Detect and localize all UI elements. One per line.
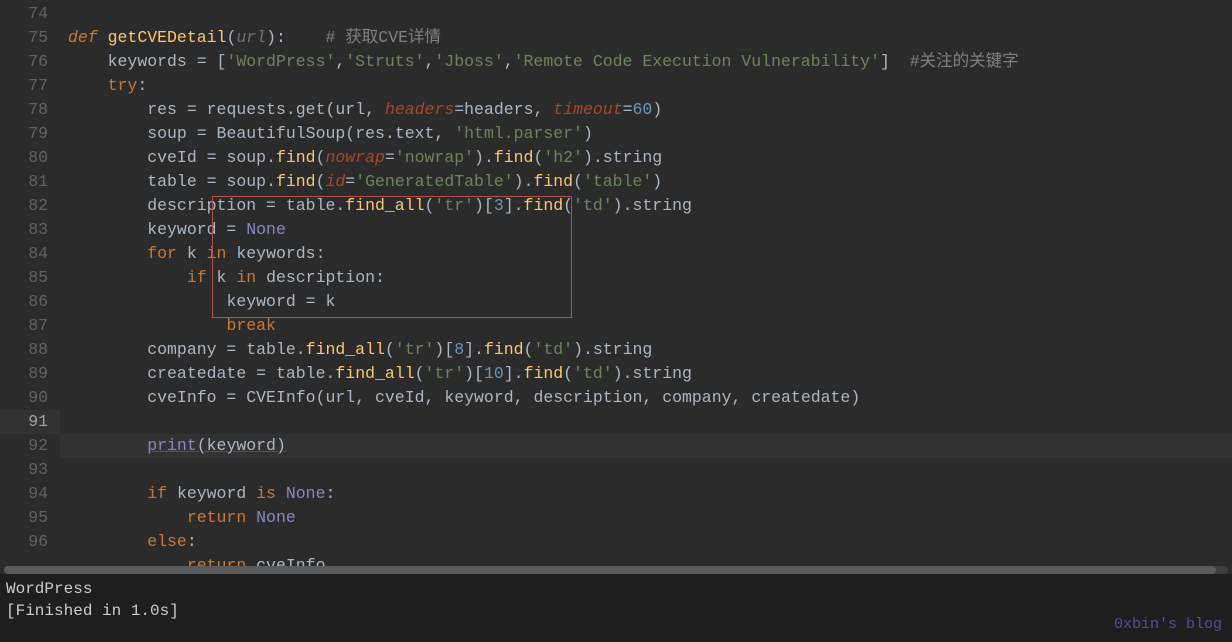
code-editor[interactable]: 74 75 76 77 78 79 80 81 82 83 84 85 86 8… xyxy=(0,0,1232,570)
line-number: 96 xyxy=(28,532,48,551)
line-number: 76 xyxy=(28,52,48,71)
scrollbar-thumb[interactable] xyxy=(4,566,1216,574)
watermark-text: 0xbin's blog xyxy=(1114,614,1222,636)
code-line[interactable]: break xyxy=(68,316,276,335)
line-number: 88 xyxy=(28,340,48,359)
line-number: 89 xyxy=(28,364,48,383)
line-number: 79 xyxy=(28,124,48,143)
code-line[interactable]: try: xyxy=(68,76,147,95)
console-status-line: [Finished in 1.0s] xyxy=(6,600,1226,622)
code-line[interactable]: description = table.find_all('tr')[3].fi… xyxy=(68,196,692,215)
code-line[interactable]: keyword = k xyxy=(68,292,335,311)
code-line[interactable]: keyword = None xyxy=(68,220,286,239)
code-line[interactable]: soup = BeautifulSoup(res.text, 'html.par… xyxy=(68,124,593,143)
line-number: 75 xyxy=(28,28,48,47)
line-number: 85 xyxy=(28,268,48,287)
output-console[interactable]: WordPress [Finished in 1.0s] 0xbin's blo… xyxy=(0,574,1232,642)
code-line[interactable]: createdate = table.find_all('tr')[10].fi… xyxy=(68,364,692,383)
line-number: 93 xyxy=(28,460,48,479)
code-line-current[interactable]: print(keyword) xyxy=(60,434,1232,458)
line-number-current: 91 xyxy=(0,410,60,434)
code-line[interactable]: if k in description: xyxy=(68,268,385,287)
code-area[interactable]: def getCVEDetail(url): # 获取CVE详情 keyword… xyxy=(60,0,1232,570)
line-number: 87 xyxy=(28,316,48,335)
horizontal-scrollbar[interactable] xyxy=(4,566,1228,574)
code-line[interactable]: for k in keywords: xyxy=(68,244,326,263)
line-number: 86 xyxy=(28,292,48,311)
code-line[interactable]: res = requests.get(url, headers=headers,… xyxy=(68,100,662,119)
line-number: 81 xyxy=(28,172,48,191)
code-line[interactable]: else: xyxy=(68,532,197,551)
line-number: 90 xyxy=(28,388,48,407)
line-number-gutter: 74 75 76 77 78 79 80 81 82 83 84 85 86 8… xyxy=(0,0,60,570)
line-number: 92 xyxy=(28,436,48,455)
code-line[interactable]: company = table.find_all('tr')[8].find('… xyxy=(68,340,652,359)
code-line[interactable]: cveInfo = CVEInfo(url, cveId, keyword, d… xyxy=(68,388,860,407)
line-number: 83 xyxy=(28,220,48,239)
line-number: 78 xyxy=(28,100,48,119)
console-output-line: WordPress xyxy=(6,578,1226,600)
line-number: 77 xyxy=(28,76,48,95)
line-number: 84 xyxy=(28,244,48,263)
code-line[interactable]: keywords = ['WordPress','Struts','Jboss'… xyxy=(68,52,1019,71)
line-number: 94 xyxy=(28,484,48,503)
code-line[interactable]: def getCVEDetail(url): # 获取CVE详情 xyxy=(68,28,441,47)
code-line[interactable]: table = soup.find(id='GeneratedTable').f… xyxy=(68,172,662,191)
line-number: 74 xyxy=(28,4,48,23)
line-number: 82 xyxy=(28,196,48,215)
code-line[interactable]: cveId = soup.find(nowrap='nowrap').find(… xyxy=(68,148,662,167)
line-number: 95 xyxy=(28,508,48,527)
code-line[interactable]: return None xyxy=(68,508,296,527)
code-line[interactable]: if keyword is None: xyxy=(68,484,335,503)
line-number: 80 xyxy=(28,148,48,167)
